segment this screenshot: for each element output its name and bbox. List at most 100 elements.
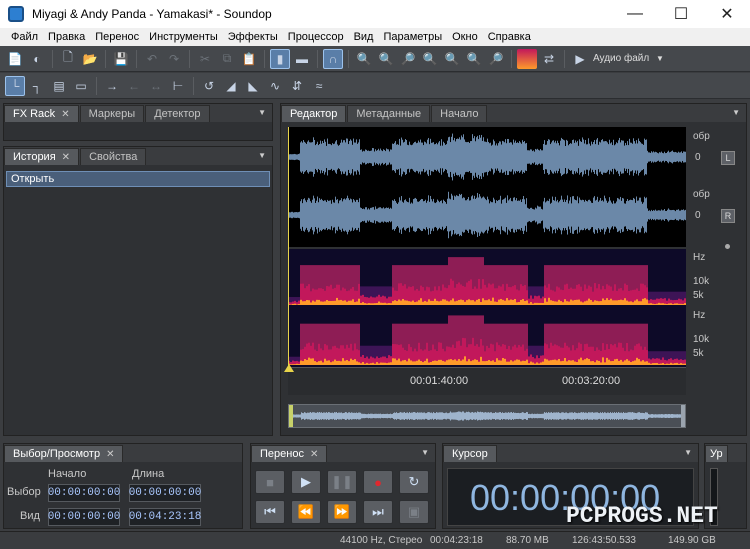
pause-button[interactable]: ❚❚ [327,470,357,494]
stop-button[interactable]: ■ [255,470,285,494]
zoom-in-h-icon[interactable]: 🔍 [376,49,396,69]
open-icon[interactable]: ◐ [27,49,47,69]
mark-both-icon[interactable]: ↔ [146,76,166,96]
zoom-reset-icon[interactable]: 🔍 [442,49,462,69]
tab-fx-rack[interactable]: FX Rack ✕ [4,105,79,122]
tab-fx-rack-label: FX Rack [13,108,56,120]
tab-transport[interactable]: Перенос ✕ [251,445,328,462]
tab-markers[interactable]: Маркеры [79,105,145,122]
menu-help[interactable]: Справка [483,31,536,43]
swap-icon[interactable]: ⇄ [539,49,559,69]
waveform-view[interactable] [288,127,686,367]
trim-start-icon[interactable]: └ [5,75,25,96]
mark-right-icon[interactable]: ← [124,76,144,96]
menu-file[interactable]: Файл [6,31,43,43]
magnet-icon[interactable]: ∩ [323,48,343,69]
close-button[interactable]: ✕ [704,0,750,28]
tab-metadata-label: Метаданные [356,108,422,120]
split-icon[interactable]: ⊢ [168,76,188,96]
view-start-field[interactable]: 00:00:00:00 [48,508,120,526]
audio-file-dropdown[interactable]: Аудио файл ▼ [593,53,664,64]
menu-effects[interactable]: Эффекты [223,31,283,43]
fast-forward-button[interactable]: ⏩ [327,500,357,524]
menu-edit[interactable]: Правка [43,31,90,43]
close-icon[interactable]: ✕ [310,449,318,460]
loop-icon[interactable]: ↺ [199,76,219,96]
trim-icon[interactable]: ┐ [27,76,47,96]
tab-level[interactable]: Ур [705,445,728,462]
tab-detector[interactable]: Детектор [145,105,210,122]
list-item[interactable]: Открыть [6,171,270,187]
minimize-button[interactable]: — [612,0,658,28]
editor-panel: Редактор Метаданные Начало ▼ обр 0 L обр… [280,103,747,436]
zoom-out-h-icon[interactable]: 🔎 [398,49,418,69]
tab-selection-view[interactable]: Выбор/Просмотр ✕ [4,445,124,462]
rewind-button[interactable]: ⏪ [291,500,321,524]
copy-icon[interactable]: ⧉ [217,49,237,69]
new-file-icon[interactable]: 📄 [5,49,25,69]
menu-options[interactable]: Параметры [378,31,447,43]
panel-menu-icon[interactable]: ▼ [684,448,692,457]
fade-icon[interactable]: ◢ [221,76,241,96]
close-icon[interactable]: ✕ [61,109,69,120]
selection-start-field[interactable]: 00:00:00:00 [48,484,120,502]
tab-cursor[interactable]: Курсор [443,445,497,462]
timeline-ruler[interactable]: 00:01:40:00 00:03:20:00 [284,364,686,395]
overview-bar[interactable] [288,404,686,428]
zoom-out-v-icon[interactable]: 🔎 [486,49,506,69]
menu-processor[interactable]: Процессор [283,31,349,43]
close-icon[interactable]: ✕ [62,152,70,163]
cut-icon[interactable]: ✂ [195,49,215,69]
save-icon[interactable]: 💾 [111,49,131,69]
tab-properties[interactable]: Свойства [80,148,147,165]
zoom-fit-icon[interactable]: 🔍 [354,49,374,69]
go-start-button[interactable]: ⏮ [255,500,285,524]
panel-menu-icon[interactable]: ▼ [258,151,266,160]
panel-menu-icon[interactable]: ▼ [421,448,429,457]
arrows-icon[interactable]: ⇵ [287,76,307,96]
new-doc-icon[interactable]: 🗋 [58,49,78,69]
loop-button[interactable]: ↻ [399,470,429,494]
tab-start-label: Начало [440,108,479,120]
close-icon[interactable]: ✕ [106,449,114,460]
go-end-button[interactable]: ⏭ [363,500,393,524]
overview-right-handle[interactable] [681,405,685,427]
paste-icon[interactable]: 📋 [239,49,259,69]
panel-menu-icon[interactable]: ▼ [732,108,740,117]
overview-left-handle[interactable] [289,405,293,427]
fit-center-icon[interactable]: ▭ [71,76,91,96]
channel-left-button[interactable]: L [721,151,735,165]
envelope-icon[interactable]: ≈ [309,76,329,96]
fit-left-icon[interactable]: ▤ [49,76,69,96]
record-button[interactable]: ● [363,470,393,494]
tab-metadata[interactable]: Метаданные [347,105,431,122]
maximize-button[interactable]: ☐ [658,0,704,28]
zoom-in-v-icon[interactable]: 🔍 [464,49,484,69]
tab-editor[interactable]: Редактор [281,105,347,122]
view-length-field[interactable]: 00:04:23:18 [129,508,201,526]
playhead-marker-icon[interactable] [284,364,294,372]
select-channel-icon[interactable]: ▬ [292,49,312,69]
selection-length-field[interactable]: 00:00:00:00 [129,484,201,502]
split-handle[interactable] [725,244,730,249]
mark-left-icon[interactable]: → [102,76,122,96]
panel-menu-icon[interactable]: ▼ [258,108,266,117]
play-button[interactable]: ▶ [291,470,321,494]
wave-icon[interactable]: ∿ [265,76,285,96]
undo-icon[interactable]: ↶ [142,49,162,69]
redo-icon[interactable]: ↷ [164,49,184,69]
tab-history[interactable]: История ✕ [4,148,80,165]
open-folder-icon[interactable]: 📂 [80,49,100,69]
menu-view[interactable]: Вид [349,31,379,43]
record-mode-button[interactable]: ▣ [399,500,429,524]
channel-right-button[interactable]: R [721,209,735,223]
menu-tools[interactable]: Инструменты [144,31,223,43]
menu-window[interactable]: Окно [447,31,483,43]
select-time-icon[interactable]: ▮ [270,48,290,69]
zoom-selection-icon[interactable]: 🔍 [420,49,440,69]
tab-start[interactable]: Начало [431,105,488,122]
audio-file-icon[interactable]: ▶ [570,49,590,69]
menu-transport[interactable]: Перенос [90,31,144,43]
spectrum-view-icon[interactable] [517,48,537,69]
ramp-icon[interactable]: ◣ [243,76,263,96]
